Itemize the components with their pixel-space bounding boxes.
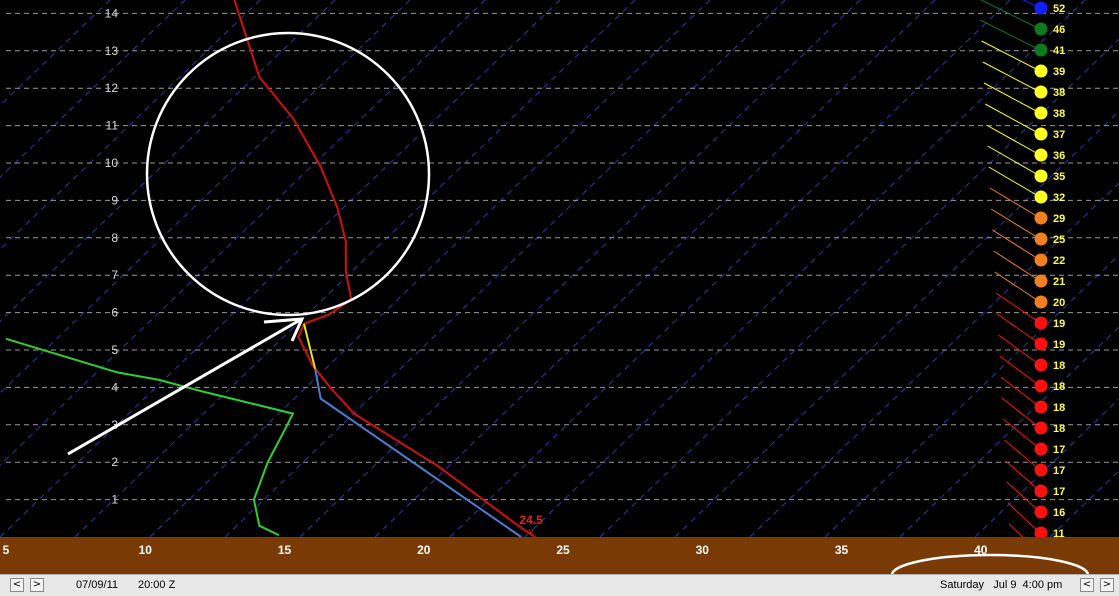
marker-dot: [1034, 43, 1048, 57]
marker-dot: [1034, 421, 1048, 435]
marker-dot: [1034, 463, 1048, 477]
local-time-label: Saturday Jul 9 4:00 pm: [940, 579, 1063, 591]
marker-value-label: 17: [1053, 465, 1065, 477]
y-tick-label: 5: [111, 343, 118, 357]
x-tick-label: 30: [696, 543, 710, 557]
marker-dot: [1034, 337, 1048, 351]
marker-dot: [1034, 1, 1048, 15]
marker-dot: [1034, 64, 1048, 78]
marker-dot: [1034, 316, 1048, 330]
marker-dot: [1034, 442, 1048, 456]
status-bar: < > 07/09/11 20:00 Z Saturday Jul 9 4:00…: [0, 574, 1119, 596]
scroll-left-button[interactable]: <: [1080, 578, 1094, 592]
marker-value-label: 22: [1053, 255, 1065, 267]
x-tick-label: 20: [417, 543, 431, 557]
marker-dot: [1034, 22, 1048, 36]
marker-value-label: 18: [1053, 402, 1065, 414]
marker-value-label: 18: [1053, 381, 1065, 393]
surface-temp-caret: v: [529, 526, 534, 536]
next-time-button[interactable]: >: [30, 578, 44, 592]
marker-dot: [1034, 169, 1048, 183]
y-tick-label: 8: [111, 231, 118, 245]
marker-dot: [1034, 85, 1048, 99]
surface-temp-label: 24.5: [519, 513, 543, 527]
marker-dot: [1034, 190, 1048, 204]
marker-dot: [1034, 505, 1048, 519]
marker-value-label: 21: [1053, 276, 1065, 288]
marker-dot: [1034, 274, 1048, 288]
x-tick-label: 25: [556, 543, 570, 557]
marker-value-label: 19: [1053, 339, 1065, 351]
marker-value-label: 25: [1053, 234, 1065, 246]
marker-dot: [1034, 232, 1048, 246]
y-tick-label: 4: [111, 380, 118, 394]
marker-dot: [1034, 148, 1048, 162]
marker-value-label: 35: [1053, 171, 1065, 183]
y-tick-label: 10: [105, 156, 119, 170]
marker-dot: [1034, 379, 1048, 393]
sounding-chart: 1234567891011121314 52464139383837363532…: [0, 0, 1119, 574]
y-tick-label: 9: [111, 193, 118, 207]
x-tick-label: 35: [835, 543, 849, 557]
marker-value-label: 32: [1053, 192, 1065, 204]
y-tick-label: 6: [111, 306, 118, 320]
marker-dot: [1034, 211, 1048, 225]
marker-value-label: 20: [1053, 297, 1065, 309]
marker-dot: [1034, 127, 1048, 141]
marker-value-label: 39: [1053, 66, 1065, 78]
marker-value-label: 18: [1053, 423, 1065, 435]
marker-value-label: 29: [1053, 213, 1065, 225]
utc-time-label: 20:00 Z: [138, 579, 176, 591]
marker-value-label: 52: [1053, 3, 1065, 15]
y-tick-label: 14: [105, 6, 119, 20]
marker-value-label: 36: [1053, 150, 1065, 162]
marker-dot: [1034, 106, 1048, 120]
scroll-right-button[interactable]: >: [1100, 578, 1114, 592]
y-tick-label: 7: [111, 268, 118, 282]
marker-value-label: 37: [1053, 129, 1065, 141]
y-tick-label: 12: [105, 81, 119, 95]
marker-dot: [1034, 295, 1048, 309]
marker-value-label: 46: [1053, 24, 1065, 36]
date-label: 07/09/11: [76, 579, 119, 591]
marker-dot: [1034, 484, 1048, 498]
y-tick-label: 13: [105, 44, 119, 58]
y-tick-label: 1: [111, 493, 118, 507]
marker-value-label: 19: [1053, 318, 1065, 330]
y-tick-label: 11: [106, 119, 119, 133]
marker-dot: [1034, 253, 1048, 267]
prev-time-button[interactable]: <: [10, 578, 24, 592]
marker-value-label: 41: [1053, 45, 1065, 57]
marker-value-label: 17: [1053, 486, 1065, 498]
marker-value-label: 38: [1053, 108, 1065, 120]
y-tick-label: 2: [111, 455, 118, 469]
marker-value-label: 38: [1053, 87, 1065, 99]
x-tick-label: 5: [3, 543, 10, 557]
marker-value-label: 16: [1053, 507, 1065, 519]
x-tick-label: 15: [278, 543, 292, 557]
marker-dot: [1034, 358, 1048, 372]
marker-value-label: 18: [1053, 360, 1065, 372]
marker-dot: [1034, 400, 1048, 414]
marker-value-label: 17: [1053, 444, 1065, 456]
x-tick-label: 10: [139, 543, 153, 557]
